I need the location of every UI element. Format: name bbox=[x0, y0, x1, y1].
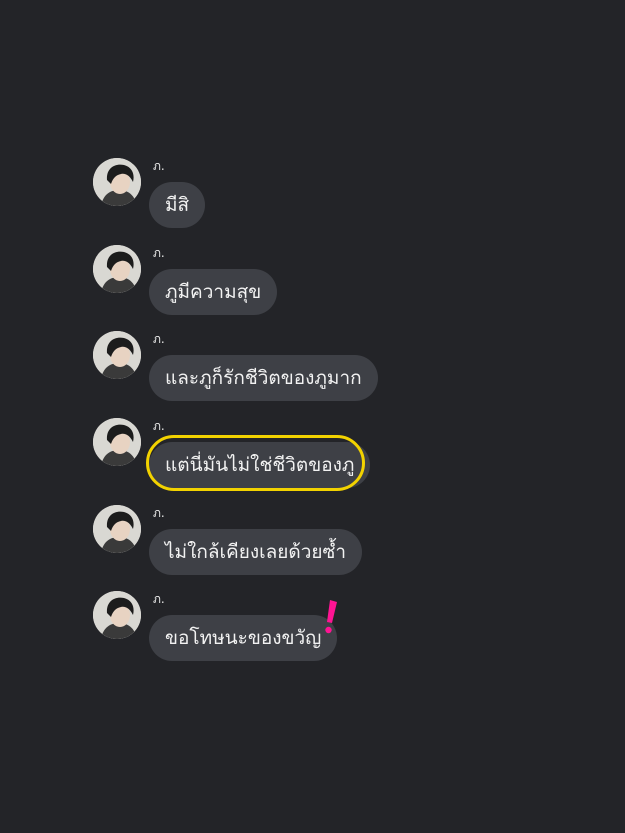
highlight-circle bbox=[146, 435, 365, 491]
message-bubble[interactable]: และภูก็รักชีวิตของภูมาก bbox=[149, 355, 378, 401]
sender-avatar[interactable] bbox=[93, 331, 141, 379]
chat-message: ภ. ภูมีความสุข bbox=[93, 245, 493, 325]
sender-name: ภ. bbox=[153, 332, 165, 346]
exclamation-mark-icon bbox=[325, 600, 337, 634]
sender-avatar[interactable] bbox=[93, 158, 141, 206]
chat-message: ภ. มีสิ bbox=[93, 158, 493, 238]
sender-name: ภ. bbox=[153, 159, 165, 173]
chat-message: ภ. ไม่ใกล้เคียงเลยด้วยซ้ำ bbox=[93, 505, 493, 585]
sender-name: ภ. bbox=[153, 592, 165, 606]
message-bubble[interactable]: ขอโทษนะของขวัญ bbox=[149, 615, 338, 661]
sender-avatar[interactable] bbox=[93, 245, 141, 293]
chat-message: ภ. และภูก็รักชีวิตของภูมาก bbox=[93, 331, 493, 411]
sender-name: ภ. bbox=[153, 246, 165, 260]
chat-message: ภ. แต่นี่มันไม่ใช่ชีวิตของภู bbox=[93, 418, 493, 498]
chat-message: ภ. ขอโทษนะของขวัญ bbox=[93, 591, 493, 671]
sender-avatar[interactable] bbox=[93, 505, 141, 553]
message-bubble[interactable]: ภูมีความสุข bbox=[149, 269, 278, 315]
sender-avatar[interactable] bbox=[93, 591, 141, 639]
chat-screen: ภ. มีสิ ภ. ภูมีความสุข ภ. และภูก็รักชีวิ bbox=[0, 0, 625, 833]
sender-name: ภ. bbox=[153, 506, 165, 520]
message-bubble[interactable]: ไม่ใกล้เคียงเลยด้วยซ้ำ bbox=[149, 529, 363, 575]
message-bubble[interactable]: มีสิ bbox=[149, 182, 206, 228]
avatar-photo-icon bbox=[93, 418, 141, 466]
avatar-photo-icon bbox=[93, 591, 141, 639]
avatar-photo-icon bbox=[93, 331, 141, 379]
sender-avatar[interactable] bbox=[93, 418, 141, 466]
sender-name: ภ. bbox=[153, 419, 165, 433]
avatar-photo-icon bbox=[93, 245, 141, 293]
avatar-photo-icon bbox=[93, 505, 141, 553]
avatar-photo-icon bbox=[93, 158, 141, 206]
